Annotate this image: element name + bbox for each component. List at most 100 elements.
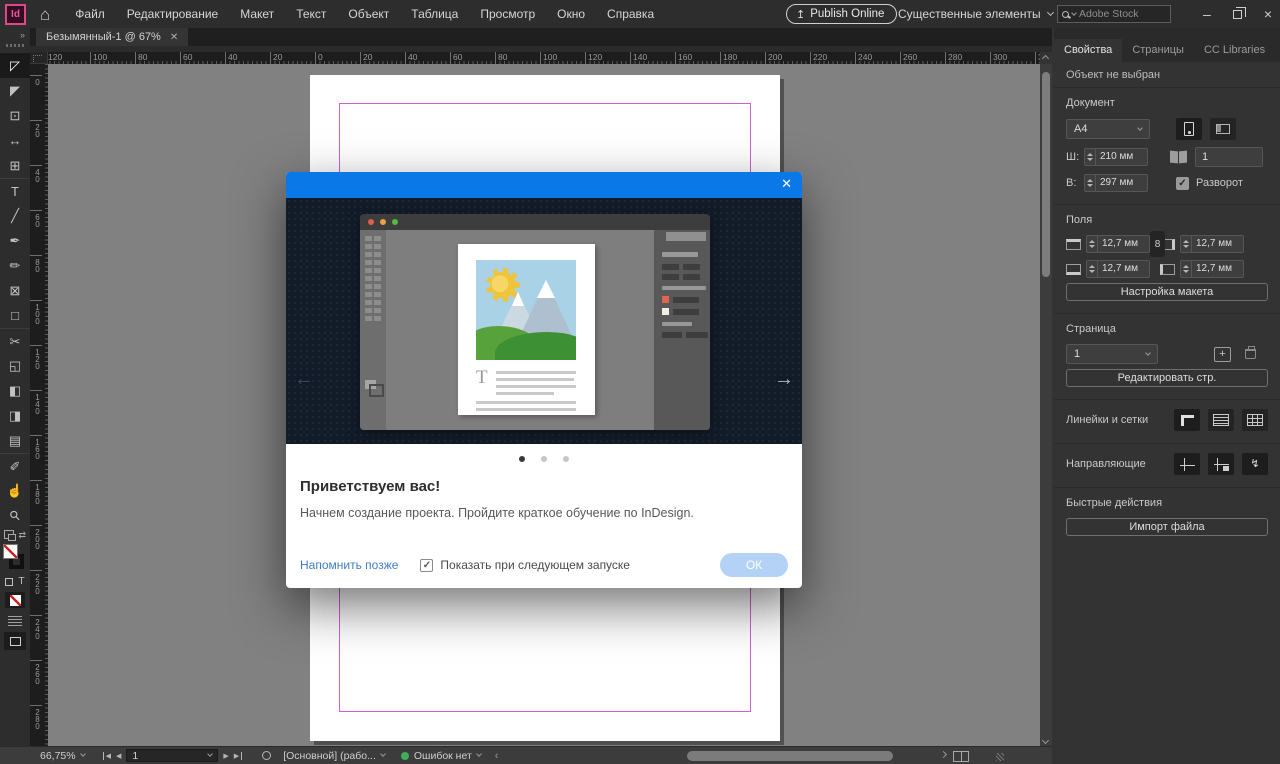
publish-online-button[interactable]: ↥ Publish Online xyxy=(786,4,897,24)
panel-tab[interactable]: Страницы xyxy=(1122,39,1194,62)
workspace-switcher[interactable]: Существенные элементы xyxy=(898,0,1053,28)
import-file-button[interactable]: Импорт файла xyxy=(1066,518,1268,536)
toolbar-tool[interactable]: ⊠ xyxy=(0,278,30,303)
menu-item[interactable]: Файл xyxy=(64,0,116,28)
collapse-left-icon[interactable]: ‹ xyxy=(495,750,499,762)
carousel-dot[interactable] xyxy=(541,456,547,462)
menu-item[interactable]: Просмотр xyxy=(469,0,546,28)
show-guides-button[interactable] xyxy=(1174,453,1200,475)
document-tab[interactable]: Безымянный-1 @ 67% ✕ xyxy=(36,28,188,46)
home-icon[interactable]: ⌂ xyxy=(40,6,50,23)
restore-button[interactable] xyxy=(1233,10,1242,19)
panel-tab[interactable]: Свойства xyxy=(1054,39,1122,62)
toolbar-tool[interactable]: ✒ xyxy=(0,228,30,253)
panel-grip-handle[interactable] xyxy=(6,44,24,47)
width-stepper[interactable]: 210 мм xyxy=(1084,148,1148,166)
ok-button[interactable]: ОК xyxy=(720,553,788,577)
close-button[interactable]: × xyxy=(1264,6,1272,22)
toolbar-tool[interactable]: ╱ xyxy=(0,203,30,228)
landscape-orientation-button[interactable] xyxy=(1210,118,1236,140)
dialog-close-icon[interactable]: ✕ xyxy=(781,176,792,192)
inside-margin-stepper[interactable]: 12,7 мм xyxy=(1180,235,1244,253)
close-tab-icon[interactable]: ✕ xyxy=(170,32,178,43)
remind-later-link[interactable]: Напомнить позже xyxy=(300,558,398,572)
previous-page-icon[interactable]: ◀ xyxy=(116,752,121,760)
bottom-margin-stepper[interactable]: 12,7 мм xyxy=(1086,260,1150,278)
menu-item[interactable]: Справка xyxy=(596,0,665,28)
show-on-startup-checkbox[interactable]: ✓ xyxy=(420,559,433,572)
vertical-scrollbar[interactable] xyxy=(1040,64,1052,746)
formatting-affects-text-icon[interactable]: T xyxy=(18,576,24,587)
stepper-arrows[interactable] xyxy=(1181,261,1192,277)
toolbar-tool[interactable]: ◱ xyxy=(0,353,30,378)
zoom-level-dropdown[interactable]: 66,75% xyxy=(40,750,85,762)
stepper-arrows[interactable] xyxy=(1085,175,1096,191)
toolbar-tool[interactable]: T xyxy=(0,178,30,203)
carousel-next-icon[interactable]: → xyxy=(774,368,794,391)
adobe-stock-search[interactable]: Adobe Stock xyxy=(1057,5,1171,23)
toolbar-tool[interactable]: ⚲ xyxy=(0,503,30,528)
scrollbar-thumb[interactable] xyxy=(1042,72,1050,277)
toolbar-tool[interactable]: ▤ xyxy=(0,428,30,453)
preflight-menu-icon[interactable] xyxy=(262,751,271,760)
vertical-ruler[interactable]: 020406080100120140160180200220240260280 xyxy=(30,64,48,746)
first-page-icon[interactable]: ◀ xyxy=(103,752,111,760)
last-page-icon[interactable]: ▶ xyxy=(234,752,242,760)
swap-fill-stroke-icon[interactable]: ⇄ xyxy=(18,530,26,541)
preflight-profile-dropdown[interactable]: [Основной] (рабо... xyxy=(283,750,385,762)
lock-guides-button[interactable] xyxy=(1208,453,1234,475)
current-page-dropdown[interactable]: 1 xyxy=(1066,344,1158,364)
top-margin-stepper[interactable]: 12,7 мм xyxy=(1086,235,1150,253)
carousel-prev-icon[interactable]: ← xyxy=(294,368,314,391)
add-page-button[interactable]: + xyxy=(1214,347,1231,362)
stepper-arrows[interactable] xyxy=(1181,236,1192,252)
stepper-arrows[interactable] xyxy=(1085,149,1096,165)
menu-item[interactable]: Таблица xyxy=(400,0,469,28)
menu-item[interactable]: Текст xyxy=(285,0,337,28)
link-margins-icon[interactable]: 8 xyxy=(1150,231,1165,257)
toolbar-tool[interactable]: ◨ xyxy=(0,403,30,428)
document-grid-button[interactable] xyxy=(1242,409,1268,431)
adjust-layout-button[interactable]: Настройка макета xyxy=(1066,283,1268,301)
pages-count-field[interactable]: 1 xyxy=(1195,147,1263,167)
outside-margin-stepper[interactable]: 12,7 мм xyxy=(1180,260,1244,278)
baseline-grid-button[interactable] xyxy=(1208,409,1234,431)
stepper-arrows[interactable] xyxy=(1087,261,1098,277)
carousel-dot[interactable] xyxy=(563,456,569,462)
toolbar-tool[interactable]: ◤ xyxy=(0,78,30,103)
horizontal-ruler[interactable]: 1201008060402002040608010012014016018020… xyxy=(30,52,1040,64)
toolbar-tool[interactable]: ↔ xyxy=(0,128,30,153)
page-size-dropdown[interactable]: A4 xyxy=(1066,119,1150,139)
carousel-dot-active[interactable] xyxy=(519,456,525,462)
horizontal-scrollbar-thumb[interactable] xyxy=(687,751,893,761)
toolbar-tool[interactable]: ✐ xyxy=(0,453,30,478)
smart-guides-button[interactable]: ↯ xyxy=(1242,453,1268,475)
delete-page-icon[interactable] xyxy=(1245,349,1256,359)
scroll-up-icon[interactable] xyxy=(1042,55,1049,62)
stepper-arrows[interactable] xyxy=(1087,236,1098,252)
menu-item[interactable]: Окно xyxy=(546,0,596,28)
facing-pages-checkbox[interactable]: ✓ xyxy=(1176,177,1189,190)
apply-none-button[interactable] xyxy=(5,592,25,608)
menu-item[interactable]: Редактирование xyxy=(116,0,229,28)
toolbar-tool[interactable]: □ xyxy=(0,303,30,328)
screen-mode-button[interactable] xyxy=(4,632,26,650)
apply-gradient-icon[interactable] xyxy=(8,616,22,626)
menu-item[interactable]: Макет xyxy=(229,0,285,28)
formatting-affects-container-icon[interactable] xyxy=(5,578,13,586)
preflight-status[interactable]: Ошибок нет xyxy=(401,750,481,762)
resize-grip-icon[interactable] xyxy=(996,753,1004,761)
toolbar-tool[interactable]: ⊡ xyxy=(0,103,30,128)
minimize-button[interactable]: – xyxy=(1203,6,1211,22)
expand-panel-icon[interactable]: » xyxy=(0,28,30,40)
toolbar-tool[interactable]: ✂ xyxy=(0,328,30,353)
toolbar-tool[interactable]: ☝ xyxy=(0,478,30,503)
toolbar-tool[interactable]: ⊞ xyxy=(0,153,30,178)
next-page-icon[interactable]: ▶ xyxy=(223,752,228,760)
ruler-origin-corner[interactable] xyxy=(30,52,48,64)
menu-item[interactable]: Объект xyxy=(337,0,400,28)
height-stepper[interactable]: 297 мм xyxy=(1084,174,1148,192)
chevron-right-icon[interactable] xyxy=(940,751,947,758)
fill-swatch-none[interactable] xyxy=(3,544,18,559)
split-view-icon[interactable] xyxy=(953,751,969,762)
